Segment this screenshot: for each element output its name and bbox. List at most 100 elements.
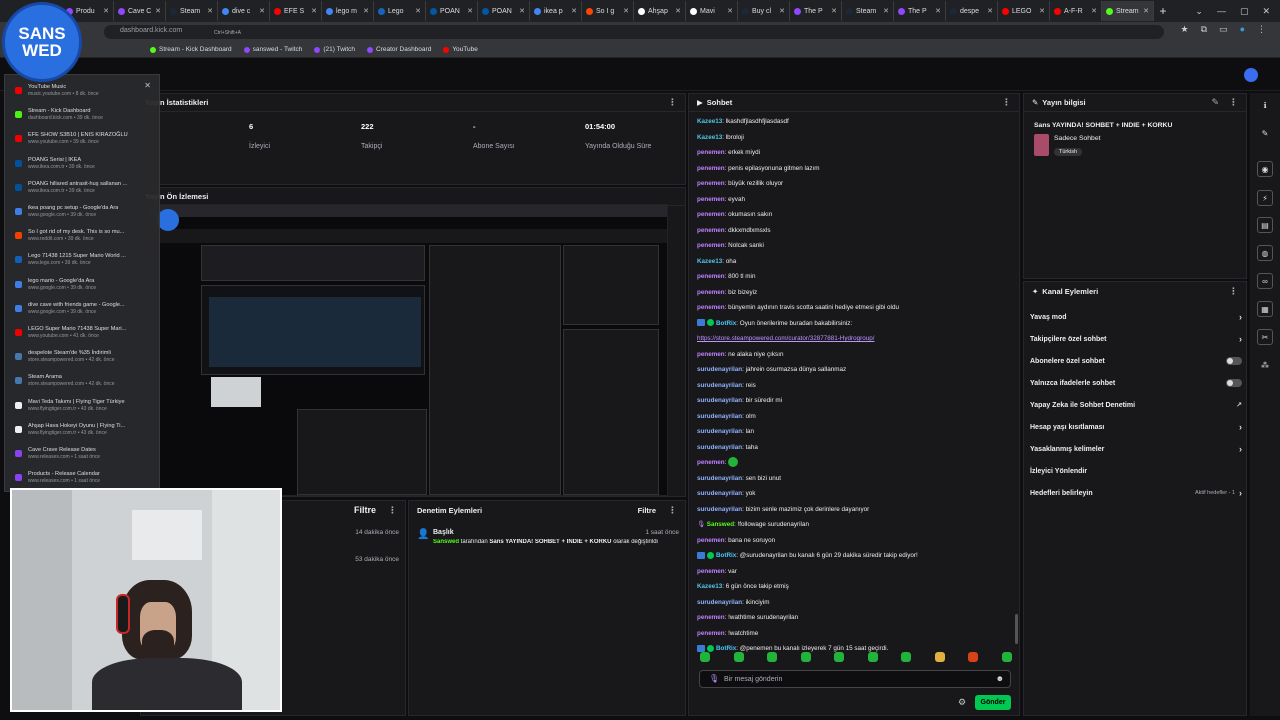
emote-icon[interactable]	[901, 652, 912, 662]
edit-icon[interactable]: ✎	[1257, 125, 1273, 141]
chat-message[interactable]: penemen: eyvah	[697, 192, 1015, 208]
extensions-icon[interactable]: ⧉	[1201, 24, 1207, 35]
chat-message[interactable]: surudenayrilan: sen bizi unut	[697, 471, 1015, 487]
emote-icon[interactable]	[767, 652, 778, 662]
history-item[interactable]: EFE SHOW S3B10 | ENIS KIRAZOĞLU www.youtu…	[15, 131, 159, 152]
browser-tab[interactable]: Steam ✕	[842, 1, 894, 21]
channel-action-item[interactable]: Yasaklanmış kelimeler ›	[1030, 440, 1242, 458]
chat-message[interactable]: penemen: var	[697, 564, 1015, 580]
tab-close-icon[interactable]: ✕	[675, 7, 681, 15]
chat-message[interactable]: penemen: !watchtime	[697, 626, 1015, 642]
chat-message[interactable]: surudenayrilan: reis	[697, 378, 1015, 394]
more-icon[interactable]: ⋮	[1229, 97, 1238, 108]
tool-icon[interactable]: ✂	[1257, 329, 1273, 345]
browser-tab[interactable]: A-F-R ✕	[1050, 1, 1102, 21]
chat-username[interactable]: penemen	[697, 568, 725, 575]
channel-action-item[interactable]: Abonelere özel sohbet	[1030, 352, 1242, 370]
chat-input[interactable]: 🎙 Bir mesaj gönderin ☻	[699, 670, 1011, 688]
send-button[interactable]: Gönder	[975, 695, 1011, 710]
chat-scrollbar[interactable]	[1015, 614, 1018, 644]
tab-search-icon[interactable]: ⌄	[1195, 6, 1203, 17]
chat-username[interactable]: penemen	[697, 273, 725, 280]
history-item[interactable]: Lego 71438 1215 Super Mario World ... www…	[15, 252, 159, 273]
bolt-icon[interactable]: ⚡	[1257, 190, 1273, 206]
chat-username[interactable]: penemen	[697, 304, 725, 311]
tab-close-icon[interactable]: ✕	[831, 7, 837, 15]
bookmark-item[interactable]: Creator Dashboard	[367, 46, 431, 53]
chat-username[interactable]: penemen	[697, 289, 725, 296]
chat-message[interactable]: Kazee13: oha	[697, 254, 1015, 270]
chat-message[interactable]: penemen: ne alaka niye çıksın	[697, 347, 1015, 363]
chat-message[interactable]: penemen: biz bizeyiz	[697, 285, 1015, 301]
chat-message[interactable]: penemen:	[697, 455, 1015, 471]
channel-action-item[interactable]: Takipçilere özel sohbet ›	[1030, 330, 1242, 348]
apps-icon[interactable]: ⁂	[1257, 357, 1273, 373]
toggle-switch[interactable]	[1226, 379, 1242, 387]
browser-tab[interactable]: Cave C ✕	[114, 1, 166, 21]
browser-tab[interactable]: Lego ✕	[374, 1, 426, 21]
history-item[interactable]: POANG Serisi | IKEA www.ikea.com.tr • 39 …	[15, 156, 159, 177]
chat-message[interactable]: Kazee13: lbroloji	[697, 130, 1015, 146]
chat-username[interactable]: BotRix	[716, 645, 736, 652]
chat-message[interactable]: penemen: bana ne soruyon	[697, 533, 1015, 549]
browser-tab[interactable]: Stream ✕	[1102, 1, 1154, 21]
chat-message[interactable]: Kazee13: lkashdfjlasdhfjlasdasdf	[697, 114, 1015, 130]
history-item[interactable]: Ahşap Hava Hokeyi Oyunu | Flying Ti... ww…	[15, 422, 159, 443]
history-item[interactable]: despelote Steam'de %35 İndirimli store.st…	[15, 349, 159, 370]
chat-username[interactable]: surudenayrilan	[697, 413, 742, 420]
chat-message[interactable]: 🎙 Sanswed: !followage surudenayrilan	[697, 517, 1015, 533]
browser-tab[interactable]: LEGO ✕	[998, 1, 1050, 21]
chat-message[interactable]: surudenayrilan: taha	[697, 440, 1015, 456]
bookmark-item[interactable]: sanswed - Twitch	[243, 46, 302, 53]
chat-message[interactable]: BotRix: @surudenayrilan bu kanalı 6 gün …	[697, 548, 1015, 564]
tab-close-icon[interactable]: ✕	[103, 7, 109, 15]
chat-username[interactable]: surudenayrilan	[697, 428, 742, 435]
minimize-icon[interactable]: —	[1217, 6, 1226, 16]
chat-username[interactable]: surudenayrilan	[697, 397, 742, 404]
close-window-icon[interactable]: ✕	[1262, 6, 1270, 17]
history-item[interactable]: Steam Arama store.steampowered.com • 42 d…	[15, 373, 159, 394]
sidepanel-icon[interactable]: ▭	[1219, 24, 1228, 35]
tab-close-icon[interactable]: ✕	[207, 7, 213, 15]
omnibox[interactable]: dashboard.kick.com Ctrl+Shift+A	[104, 25, 1164, 39]
chat-username[interactable]: penemen	[697, 211, 725, 218]
bookmark-star-icon[interactable]: ★	[1181, 24, 1189, 35]
channel-action-item[interactable]: Yavaş mod ›	[1030, 308, 1242, 326]
channel-action-item[interactable]: Yapay Zeka ile Sohbet Denetimi ↗	[1030, 396, 1242, 414]
chat-username[interactable]: penemen	[697, 630, 725, 637]
tab-close-icon[interactable]: ✕	[1091, 7, 1097, 15]
browser-tab[interactable]: EFE S ✕	[270, 1, 322, 21]
emote-icon[interactable]	[867, 652, 878, 662]
browser-tab[interactable]: despe ✕	[946, 1, 998, 21]
tab-close-icon[interactable]: ✕	[519, 7, 525, 15]
chat-username[interactable]: BotRix	[716, 320, 736, 327]
browser-tab[interactable]: lego m ✕	[322, 1, 374, 21]
maximize-icon[interactable]: ▢	[1240, 6, 1249, 17]
menu-icon[interactable]: ⋮	[1257, 24, 1266, 35]
filter-button[interactable]: Filtre	[354, 505, 376, 515]
tab-close-icon[interactable]: ✕	[1143, 7, 1149, 15]
emote-icon[interactable]	[834, 652, 845, 662]
bookmark-item[interactable]: YouTube	[443, 46, 478, 53]
chat-username[interactable]: penemen	[697, 180, 725, 187]
history-item[interactable]: POANG hillared antrasit-huş sallanan ...…	[15, 180, 159, 201]
bookmark-item[interactable]: Stream - Kick Dashboard	[150, 46, 232, 53]
tab-close-icon[interactable]: ✕	[467, 7, 473, 15]
history-item[interactable]: So I got rid of my desk. This is so mu..…	[15, 228, 159, 249]
history-item[interactable]: YouTube Music music.youtube.com • 8 dk. ö…	[15, 83, 159, 104]
browser-tab[interactable]: The P ✕	[790, 1, 842, 21]
user-avatar[interactable]	[1244, 68, 1258, 82]
tab-close-icon[interactable]: ✕	[155, 7, 161, 15]
emote-icon[interactable]	[934, 652, 945, 662]
browser-tab[interactable]: The P ✕	[894, 1, 946, 21]
tab-close-icon[interactable]: ✕	[779, 7, 785, 15]
chat-username[interactable]: surudenayrilan	[697, 382, 742, 389]
tab-close-icon[interactable]: ✕	[259, 7, 265, 15]
chat-username[interactable]: penemen	[697, 351, 725, 358]
chat-message[interactable]: Kazee13: 6 gün önce takip etmiş	[697, 579, 1015, 595]
chat-username[interactable]: surudenayrilan	[697, 366, 742, 373]
chat-message[interactable]: penemen: okumasın sakın	[697, 207, 1015, 223]
chat-message[interactable]: surudenayrilan: lan	[697, 424, 1015, 440]
history-item[interactable]: Stream - Kick Dashboard dashboard.kick.co…	[15, 107, 159, 128]
history-item[interactable]: LEGO Super Mario 71438 Super Mari... www.…	[15, 325, 159, 346]
